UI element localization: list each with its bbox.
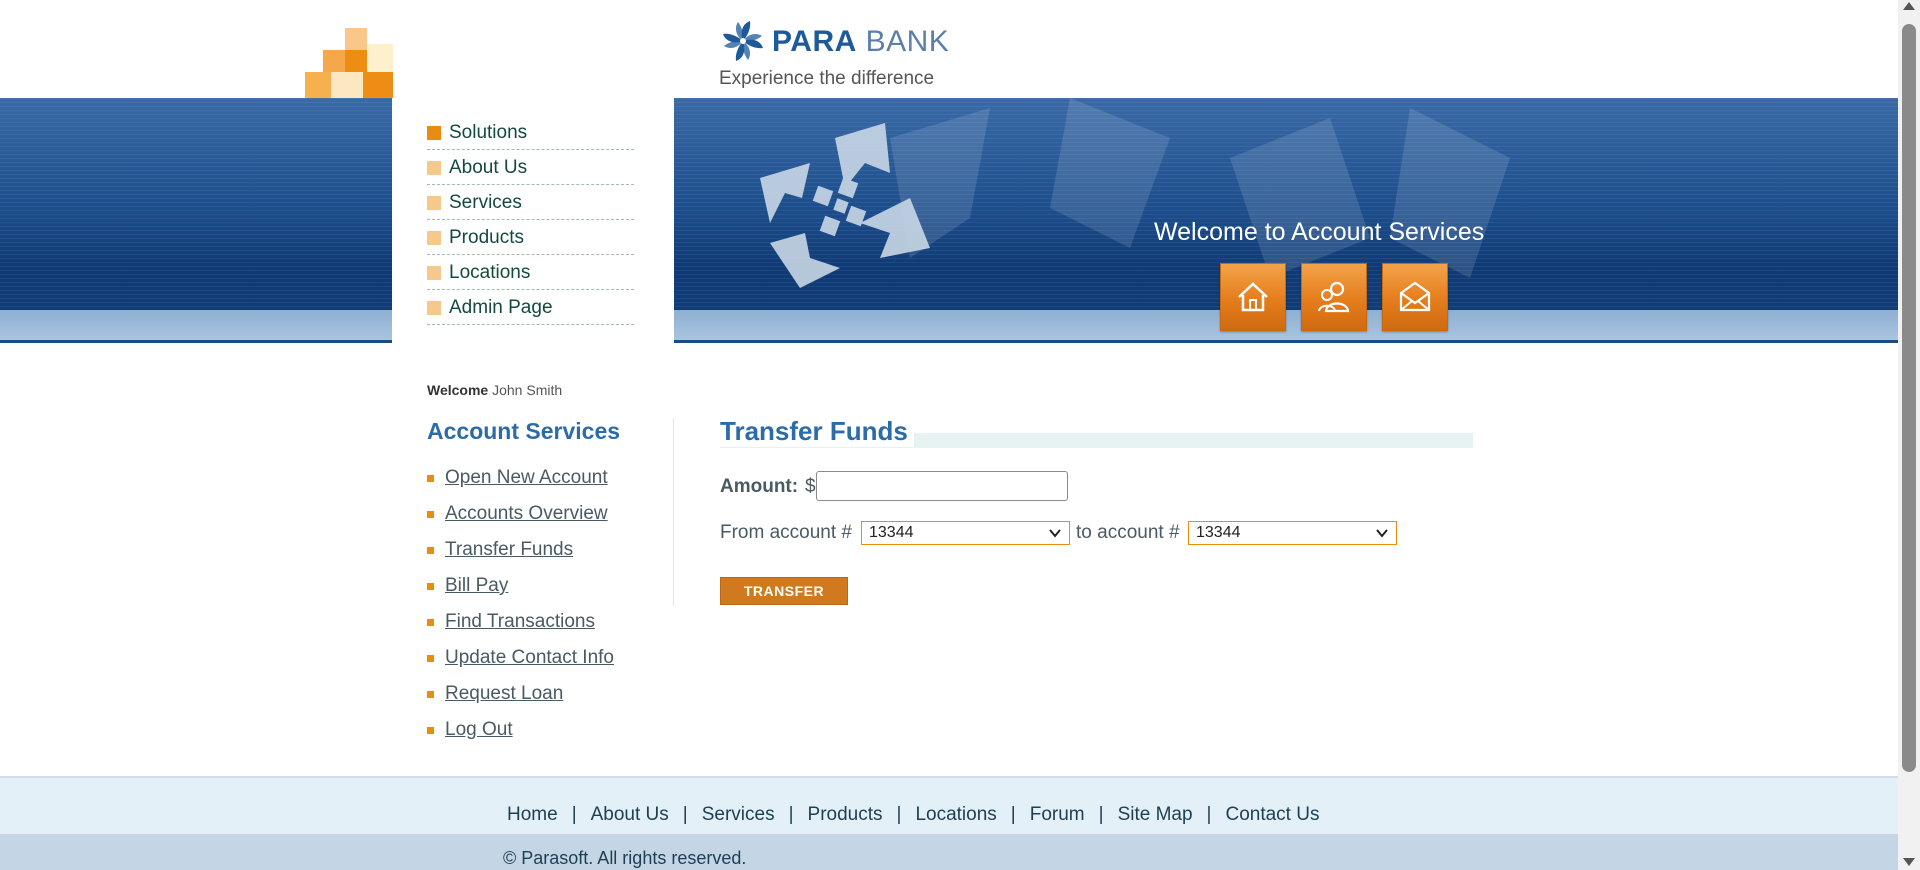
copyright-text: © Parasoft. All rights reserved. bbox=[503, 848, 747, 868]
list-item: Transfer Funds bbox=[427, 532, 614, 568]
menu-bullet-icon bbox=[427, 265, 441, 280]
footer-links: Home | About Us | Services | Products | Loca… bbox=[507, 804, 1319, 826]
header-banner bbox=[0, 98, 1898, 343]
menu-item-products[interactable]: Products bbox=[427, 221, 634, 255]
footer-separator: | bbox=[1098, 804, 1104, 825]
menu-bullet-icon bbox=[427, 195, 441, 210]
footer-link-contact-us[interactable]: Contact Us bbox=[1225, 804, 1319, 826]
menu-item-locations[interactable]: Locations bbox=[427, 256, 634, 290]
scroll-up-arrow-icon[interactable] bbox=[1903, 2, 1915, 10]
footer-separator: | bbox=[1206, 804, 1212, 825]
welcome-message: Welcome John Smith bbox=[427, 382, 562, 398]
vertical-scrollbar[interactable] bbox=[1898, 0, 1920, 870]
footer-separator: | bbox=[571, 804, 577, 825]
contact-button[interactable] bbox=[1382, 263, 1448, 331]
menu-bullet-icon bbox=[427, 300, 441, 315]
bullet-square-icon bbox=[427, 582, 434, 590]
footer-link-locations[interactable]: Locations bbox=[915, 804, 996, 826]
request-loan-link[interactable]: Request Loan bbox=[445, 683, 563, 705]
menu-bullet-icon bbox=[427, 160, 441, 175]
to-account-select[interactable]: 13344 bbox=[1188, 521, 1397, 545]
footer-link-home[interactable]: Home bbox=[507, 804, 558, 826]
footer-link-products[interactable]: Products bbox=[808, 804, 883, 826]
log-out-link[interactable]: Log Out bbox=[445, 719, 513, 741]
from-account-label: From account # bbox=[720, 522, 852, 543]
menu-item-about-us[interactable]: About Us bbox=[427, 151, 634, 185]
footer-link-about-us[interactable]: About Us bbox=[591, 804, 669, 826]
list-item: Open New Account bbox=[427, 460, 614, 496]
copyright-band bbox=[0, 834, 1898, 870]
bullet-square-icon bbox=[427, 474, 434, 482]
footer-link-services[interactable]: Services bbox=[702, 804, 775, 826]
top-left-menu: Solutions About Us Services Products Loc… bbox=[427, 116, 634, 326]
menu-bullet-icon bbox=[427, 125, 441, 140]
about-button[interactable] bbox=[1301, 263, 1367, 331]
parabank-pinwheel-icon bbox=[723, 21, 763, 61]
list-item: Update Contact Info bbox=[427, 640, 614, 676]
account-services-heading: Account Services bbox=[427, 418, 621, 444]
to-account-label: to account # bbox=[1076, 522, 1180, 543]
home-button[interactable] bbox=[1220, 263, 1286, 331]
list-item: Log Out bbox=[427, 712, 614, 748]
scrollbar-thumb[interactable] bbox=[1902, 24, 1916, 772]
bullet-square-icon bbox=[427, 546, 434, 554]
amount-input[interactable] bbox=[816, 471, 1068, 501]
bullet-square-icon bbox=[427, 618, 434, 626]
menu-link-locations[interactable]: Locations bbox=[449, 262, 530, 284]
update-contact-info-link[interactable]: Update Contact Info bbox=[445, 647, 614, 669]
menu-link-admin-page[interactable]: Admin Page bbox=[449, 297, 553, 319]
logo-blocks-graphic bbox=[305, 28, 395, 98]
menu-item-admin-page[interactable]: Admin Page bbox=[427, 291, 634, 325]
menu-item-solutions[interactable]: Solutions bbox=[427, 116, 634, 150]
footer-separator: | bbox=[1010, 804, 1016, 825]
chevron-down-icon bbox=[1376, 529, 1388, 538]
account-services-menu: Open New Account Accounts Overview Trans… bbox=[427, 460, 614, 748]
bill-pay-link[interactable]: Bill Pay bbox=[445, 575, 508, 597]
banner-arrows-graphic bbox=[760, 123, 930, 288]
find-transactions-link[interactable]: Find Transactions bbox=[445, 611, 595, 633]
from-account-value: 13344 bbox=[869, 524, 914, 541]
open-new-account-link[interactable]: Open New Account bbox=[445, 467, 608, 489]
bullet-square-icon bbox=[427, 690, 434, 698]
brand-caption: Experience the difference bbox=[719, 68, 935, 89]
list-item: Accounts Overview bbox=[427, 496, 614, 532]
transfer-funds-link[interactable]: Transfer Funds bbox=[445, 539, 573, 561]
footer-link-forum[interactable]: Forum bbox=[1030, 804, 1085, 826]
user-name: John Smith bbox=[492, 382, 563, 398]
amount-label: Amount: bbox=[720, 476, 799, 497]
menu-link-solutions[interactable]: Solutions bbox=[449, 122, 527, 144]
about-people-icon bbox=[1318, 281, 1350, 313]
currency-symbol: $ bbox=[805, 476, 816, 497]
transfer-button[interactable]: TRANSFER bbox=[720, 577, 848, 605]
welcome-label: Welcome bbox=[427, 382, 489, 398]
bullet-square-icon bbox=[427, 510, 434, 518]
page-title: Transfer Funds bbox=[720, 416, 914, 447]
list-item: Bill Pay bbox=[427, 568, 614, 604]
menu-item-services[interactable]: Services bbox=[427, 186, 634, 220]
chevron-down-icon bbox=[1049, 529, 1061, 538]
bullet-square-icon bbox=[427, 654, 434, 662]
footer-separator: | bbox=[682, 804, 688, 825]
list-item: Request Loan bbox=[427, 676, 614, 712]
contact-envelope-icon bbox=[1399, 281, 1431, 312]
menu-link-about-us[interactable]: About Us bbox=[449, 157, 527, 179]
scroll-down-arrow-icon[interactable] bbox=[1903, 858, 1915, 866]
brand-name: PARA BANK bbox=[772, 25, 950, 58]
bullet-square-icon bbox=[427, 726, 434, 734]
banner-welcome-title: Welcome to Account Services bbox=[1154, 218, 1485, 246]
list-item: Find Transactions bbox=[427, 604, 614, 640]
footer-link-site-map[interactable]: Site Map bbox=[1118, 804, 1193, 826]
menu-link-services[interactable]: Services bbox=[449, 192, 522, 214]
column-divider bbox=[673, 418, 674, 606]
home-icon bbox=[1238, 282, 1268, 312]
from-account-select[interactable]: 13344 bbox=[861, 521, 1070, 545]
footer-separator: | bbox=[896, 804, 902, 825]
to-account-value: 13344 bbox=[1196, 524, 1241, 541]
menu-bullet-icon bbox=[427, 230, 441, 245]
accounts-overview-link[interactable]: Accounts Overview bbox=[445, 503, 608, 525]
footer-separator: | bbox=[788, 804, 794, 825]
menu-link-products[interactable]: Products bbox=[449, 227, 524, 249]
